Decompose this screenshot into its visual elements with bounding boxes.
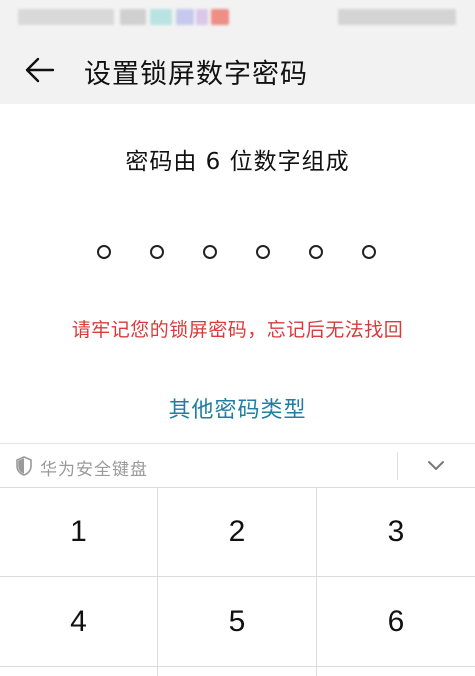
pin-dot xyxy=(256,245,270,259)
status-blur xyxy=(176,9,194,25)
key-3[interactable]: 3 xyxy=(317,487,475,576)
status-blur xyxy=(150,9,172,25)
keyboard-label: 华为安全键盘 xyxy=(40,460,148,480)
collapse-keyboard-button[interactable] xyxy=(418,452,454,480)
title-bar: 设置锁屏数字密码 xyxy=(0,34,475,104)
status-blur xyxy=(196,9,208,25)
keyboard-header: 华为安全键盘 xyxy=(0,443,475,488)
pin-dot xyxy=(203,245,217,259)
key-row-partial xyxy=(317,666,475,676)
status-blur xyxy=(18,9,114,25)
pin-dot xyxy=(97,245,111,259)
key-4[interactable]: 4 xyxy=(0,576,158,666)
pin-dots xyxy=(0,241,475,267)
back-button[interactable] xyxy=(18,48,62,92)
page-title: 设置锁屏数字密码 xyxy=(84,59,308,90)
numeric-keypad: 1 2 3 4 5 6 xyxy=(0,487,475,676)
key-5[interactable]: 5 xyxy=(158,576,317,666)
pin-dot xyxy=(362,245,376,259)
status-blur xyxy=(211,9,229,25)
shield-icon xyxy=(16,456,32,476)
key-2[interactable]: 2 xyxy=(158,487,317,576)
status-blur xyxy=(120,9,146,25)
chevron-down-icon xyxy=(428,461,444,470)
status-bar xyxy=(0,0,475,34)
key-1[interactable]: 1 xyxy=(0,487,158,576)
status-blur xyxy=(338,9,456,25)
back-arrow-icon xyxy=(25,57,55,83)
key-6[interactable]: 6 xyxy=(317,576,475,666)
password-warning: 请牢记您的锁屏密码，忘记后无法找回 xyxy=(71,319,404,341)
key-row-partial xyxy=(0,666,158,676)
pin-dot xyxy=(150,245,164,259)
pin-instruction: 密码由 6 位数字组成 xyxy=(125,149,350,175)
other-password-types-link[interactable]: 其他密码类型 xyxy=(0,392,475,424)
key-row-partial xyxy=(158,666,317,676)
divider xyxy=(397,452,398,480)
pin-dot xyxy=(309,245,323,259)
